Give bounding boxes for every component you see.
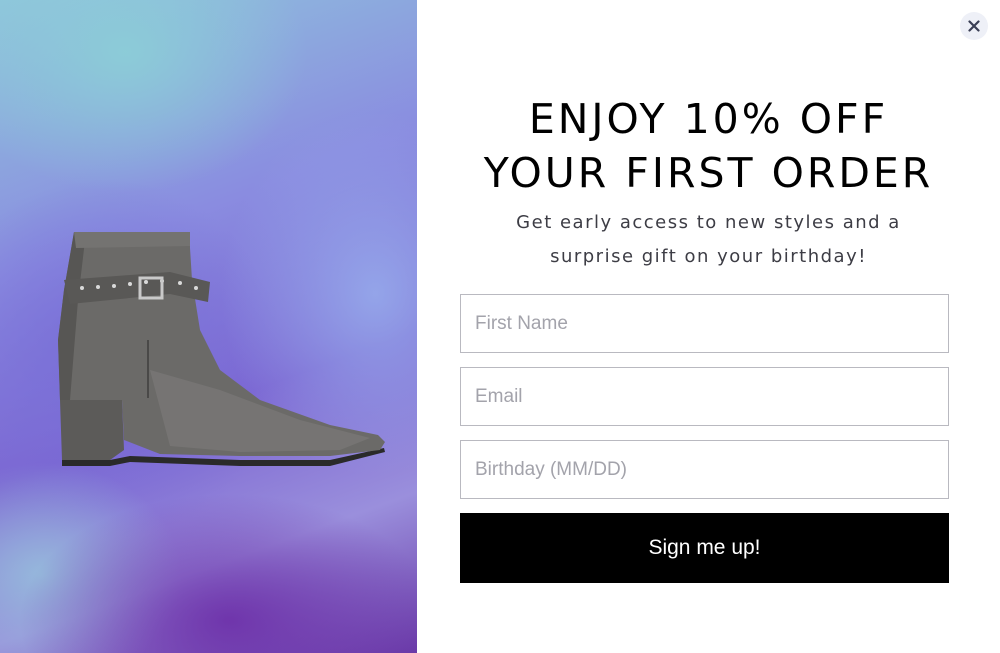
- headline-line-1: ENJOY 10% OFF: [528, 95, 889, 143]
- ankle-boot-image: [58, 232, 385, 466]
- signup-form-panel: ENJOY 10% OFF YOUR FIRST ORDER Get early…: [417, 0, 1000, 653]
- subtext-line-2: surprise gift on your birthday!: [550, 246, 867, 267]
- promo-subtext: Get early access to new styles and a sur…: [457, 206, 960, 274]
- promo-headline: ENJOY 10% OFF YOUR FIRST ORDER: [417, 92, 1000, 200]
- first-name-input[interactable]: [460, 294, 949, 353]
- promo-image-panel: [0, 0, 417, 653]
- sign-up-button[interactable]: Sign me up!: [460, 513, 949, 583]
- subtext-line-1: Get early access to new styles and a: [516, 212, 901, 233]
- headline-line-2: YOUR FIRST ORDER: [483, 149, 934, 197]
- close-button[interactable]: [960, 12, 988, 40]
- close-icon: [968, 20, 980, 32]
- signup-popup: ENJOY 10% OFF YOUR FIRST ORDER Get early…: [0, 0, 1000, 653]
- email-input[interactable]: [460, 367, 949, 426]
- birthday-input[interactable]: [460, 440, 949, 499]
